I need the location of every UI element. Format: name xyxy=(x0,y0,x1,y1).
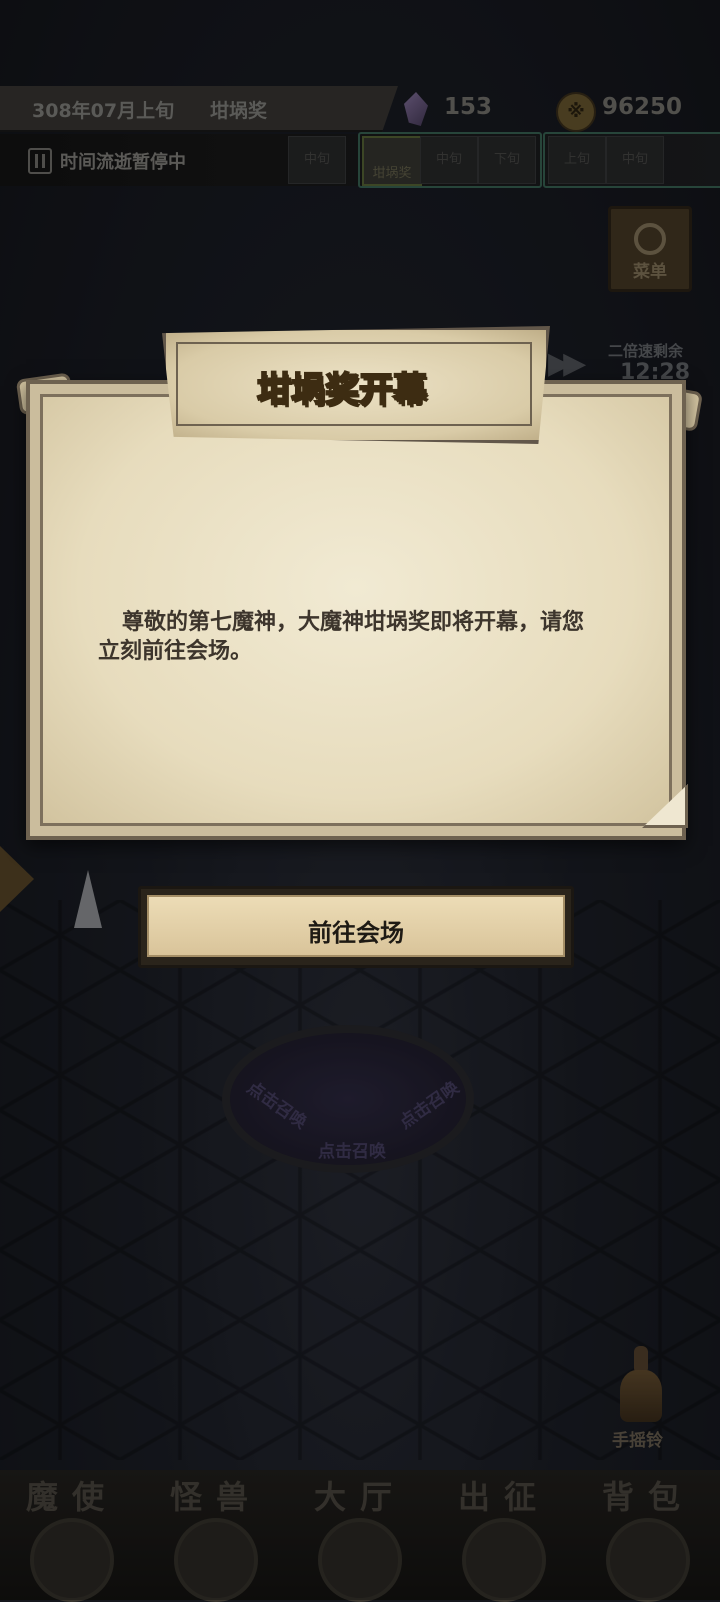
dialog-title: 坩埚奖开幕 xyxy=(256,369,428,411)
dialog-message: 尊敬的第七魔神，大魔神坩埚奖即将开幕，请您立刻前往会场。 xyxy=(98,610,585,664)
go-to-venue-button[interactable]: 前往会场 xyxy=(138,886,574,968)
go-to-venue-label: 前往会场 xyxy=(308,919,404,947)
